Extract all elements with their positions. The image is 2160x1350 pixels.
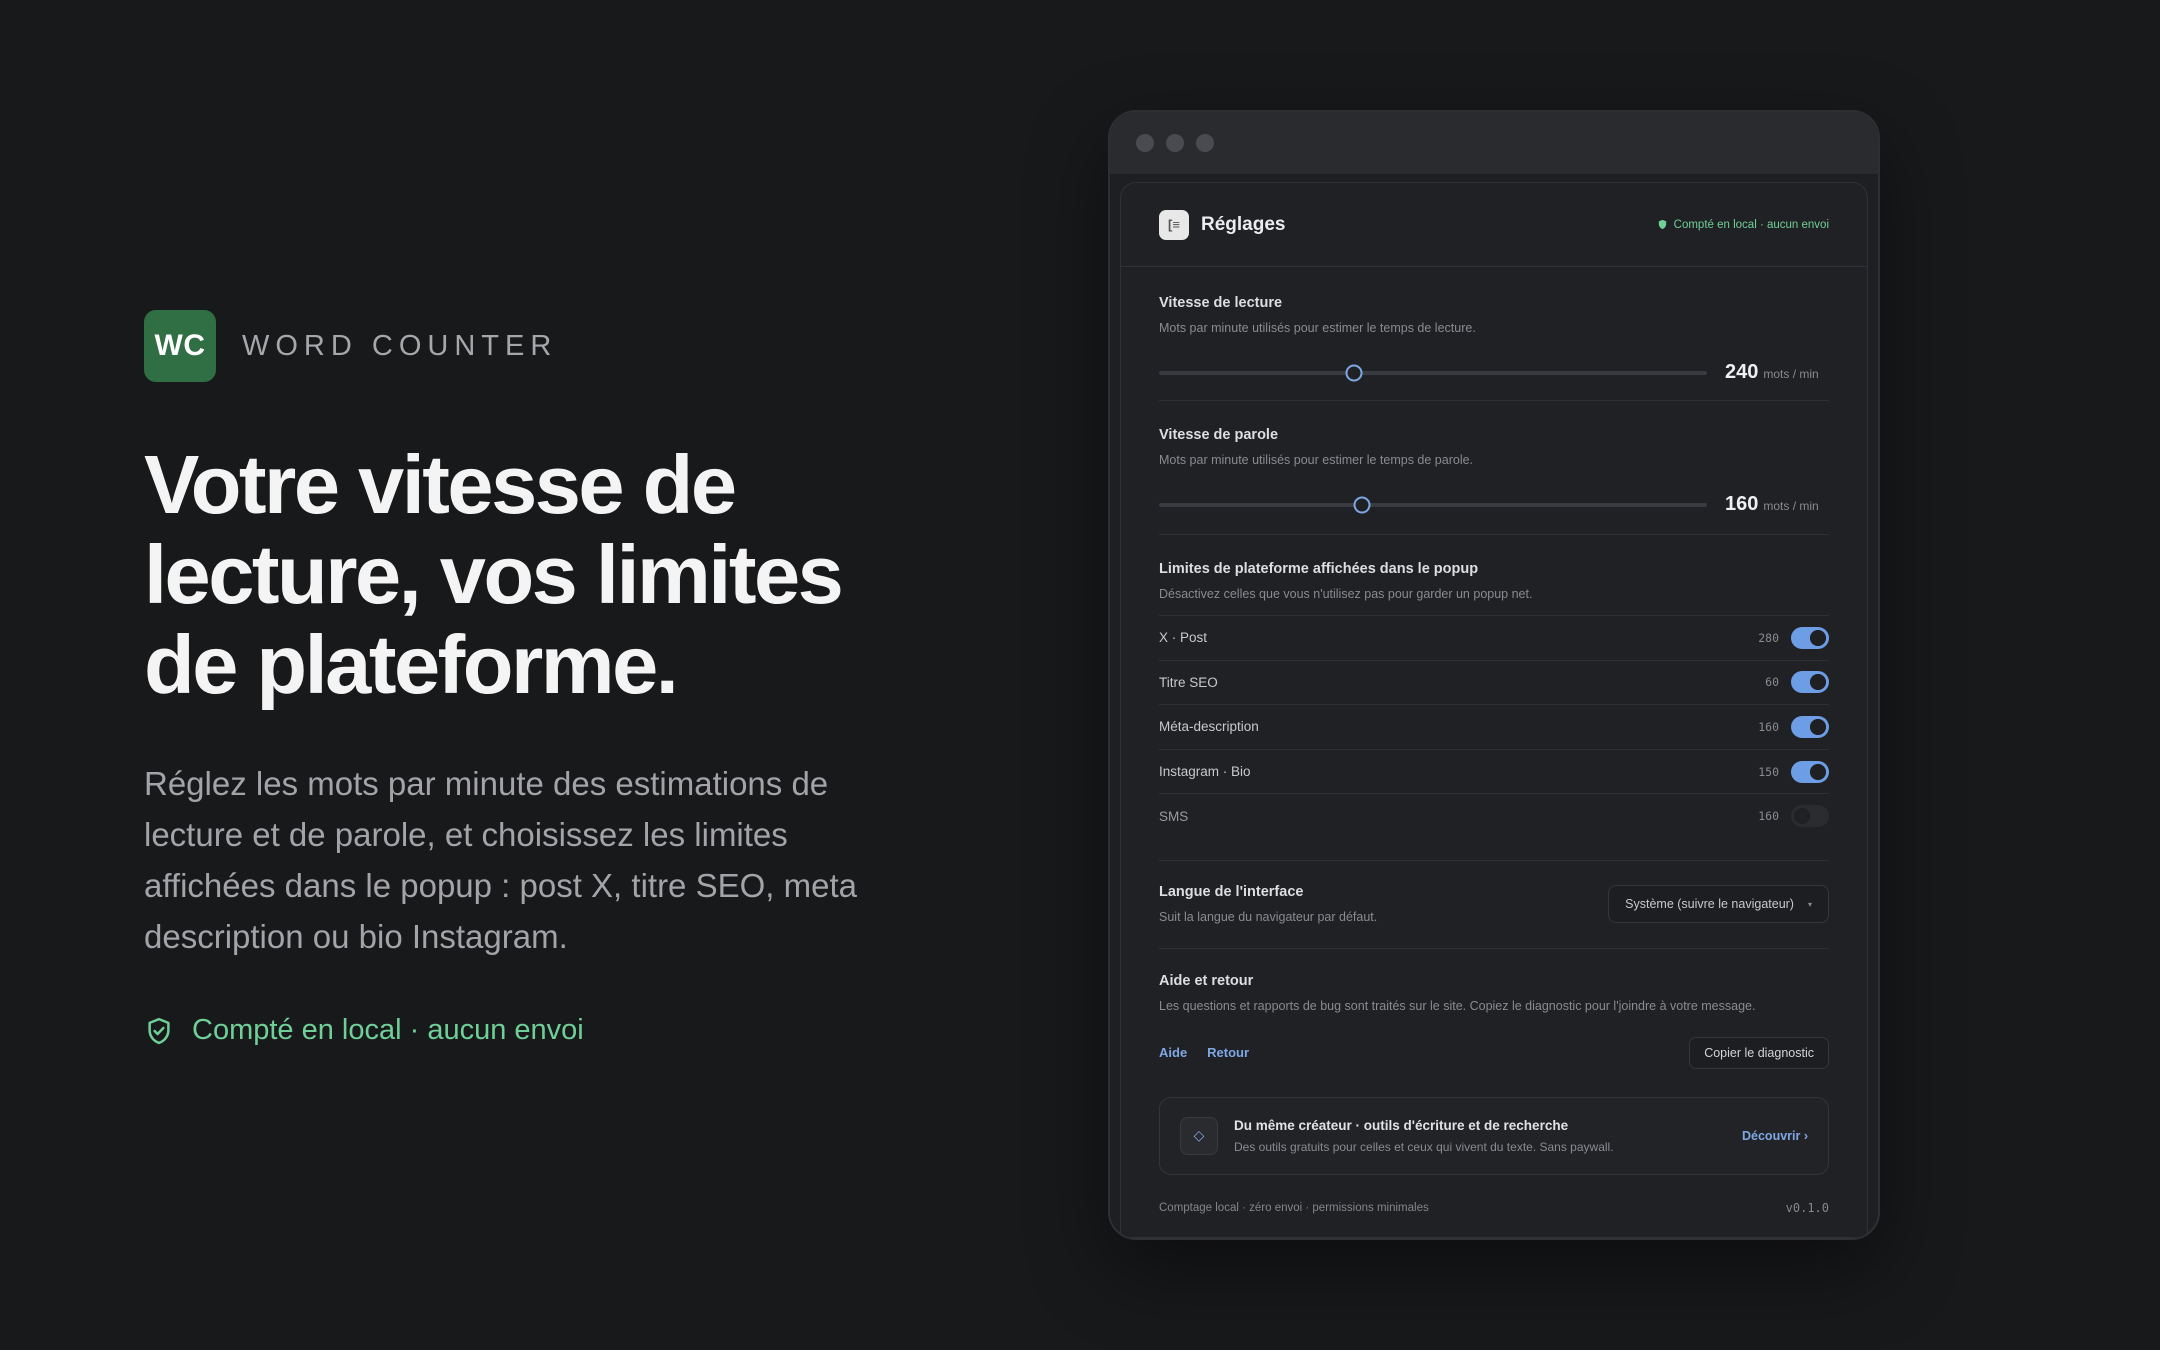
platform-limits-desc: Désactivez celles que vous n'utilisez pa… <box>1159 587 1533 601</box>
shield-icon <box>1658 219 1666 230</box>
reading-speed-value: 240 <box>1725 361 1759 383</box>
promo-title: Du même créateur · outils d'écriture et … <box>1234 1117 1569 1133</box>
platform-toggle-seo-title[interactable] <box>1791 671 1829 694</box>
platform-limits-list: X · Post 280 Titre SEO 60 Méta-descripti… <box>1159 615 1829 838</box>
platform-toggle-meta-description[interactable] <box>1791 715 1829 738</box>
speaking-speed-value: 160 <box>1725 493 1759 515</box>
discover-link[interactable]: Découvrir › <box>1742 1129 1808 1143</box>
brand-name: WORD COUNTER <box>242 329 558 362</box>
hero: WC WORD COUNTER Votre vitesse de lecture… <box>144 310 904 1047</box>
settings-app-icon: [≡ <box>1159 209 1189 240</box>
platform-row-instagram-bio: Instagram · Bio 150 <box>1159 748 1829 794</box>
speaking-speed-section: Vitesse de parole Mots par minute utilis… <box>1159 401 1829 535</box>
help-link[interactable]: Aide <box>1159 1045 1187 1060</box>
platform-label: Méta-description <box>1159 719 1259 735</box>
footer-note: Comptage local · zéro envoi · permission… <box>1159 1201 1429 1214</box>
platform-limit: 280 <box>1758 630 1779 645</box>
settings-footer: Comptage local · zéro envoi · permission… <box>1159 1201 1829 1215</box>
language-select[interactable]: Système (suivre le navigateur) ▾ <box>1608 885 1829 924</box>
platform-limit: 60 <box>1765 675 1779 690</box>
promo-card[interactable]: ◇ Du même créateur · outils d'écriture e… <box>1159 1096 1829 1175</box>
header-badge-text: Compté en local · aucun envoi <box>1673 218 1829 231</box>
platform-limit: 160 <box>1758 719 1779 734</box>
platform-row-meta-description: Méta-description 160 <box>1159 704 1829 749</box>
platform-limits-section: Limites de plateforme affichées dans le … <box>1159 535 1829 861</box>
hero-title-line: de plateforme. <box>144 618 679 711</box>
settings-window: [≡ Réglages Compté en local · aucun envo… <box>1108 110 1880 1240</box>
platform-limit: 150 <box>1758 764 1779 779</box>
platform-toggle-x-post[interactable] <box>1791 626 1829 649</box>
help-title: Aide et retour <box>1159 972 1254 989</box>
language-select-value: Système (suivre le navigateur) <box>1625 897 1794 912</box>
language-desc: Suit la langue du navigateur par défaut. <box>1159 910 1378 925</box>
platform-limits-title: Limites de plateforme affichées dans le … <box>1159 561 1479 577</box>
header-privacy-badge: Compté en local · aucun envoi <box>1657 219 1829 231</box>
platform-limit: 160 <box>1758 809 1779 824</box>
promo-desc: Des outils gratuits pour celles et ceux … <box>1234 1139 1614 1154</box>
reading-speed-slider-thumb[interactable] <box>1345 364 1363 381</box>
speaking-speed-slider-thumb[interactable] <box>1353 496 1371 513</box>
language-title: Langue de l'interface <box>1159 884 1304 901</box>
window-zoom-dot[interactable] <box>1196 134 1214 152</box>
privacy-badge-text: Compté en local · aucun envoi <box>192 1014 584 1046</box>
platform-row-x-post: X · Post 280 <box>1159 615 1829 660</box>
version-label: v0.1.0 <box>1785 1200 1829 1215</box>
platform-label: X · Post <box>1159 630 1208 646</box>
platform-toggle-sms[interactable] <box>1791 805 1829 828</box>
brand-logo: WC <box>144 310 216 382</box>
window-titlebar <box>1110 112 1878 174</box>
hero-title-line: Votre vitesse de <box>144 438 737 531</box>
language-section: Langue de l'interface Suit la langue du … <box>1159 861 1829 949</box>
reading-speed-desc: Mots par minute utilisés pour estimer le… <box>1159 321 1476 335</box>
platform-toggle-instagram-bio[interactable] <box>1791 760 1829 783</box>
speaking-speed-unit: mots / min <box>1763 499 1819 513</box>
speaking-speed-slider[interactable] <box>1159 496 1707 513</box>
platform-row-sms: SMS 160 <box>1159 793 1829 838</box>
settings-title: Réglages <box>1201 213 1286 235</box>
reading-speed-slider[interactable] <box>1159 364 1707 381</box>
reading-speed-title: Vitesse de lecture <box>1159 295 1283 311</box>
platform-row-seo-title: Titre SEO 60 <box>1159 659 1829 705</box>
reading-speed-section: Vitesse de lecture Mots par minute utili… <box>1159 267 1829 401</box>
shield-check-icon <box>148 1017 170 1044</box>
privacy-badge: Compté en local · aucun envoi <box>144 1014 904 1047</box>
hero-title: Votre vitesse de lecture, vos limites de… <box>144 440 904 710</box>
window-minimize-dot[interactable] <box>1166 134 1184 152</box>
reading-speed-unit: mots / min <box>1763 367 1819 381</box>
settings-header: [≡ Réglages Compté en local · aucun envo… <box>1121 183 1867 267</box>
platform-label: Titre SEO <box>1159 674 1218 690</box>
hero-title-line: lecture, vos limites <box>144 528 844 621</box>
chevron-down-icon: ▾ <box>1807 899 1812 909</box>
settings-panel: [≡ Réglages Compté en local · aucun envo… <box>1120 182 1868 1238</box>
help-desc: Les questions et rapports de bug sont tr… <box>1159 998 1756 1013</box>
diamond-icon: ◇ <box>1180 1116 1218 1155</box>
copy-diagnostic-button[interactable]: Copier le diagnostic <box>1689 1036 1829 1069</box>
feedback-link[interactable]: Retour <box>1207 1045 1249 1060</box>
platform-label: SMS <box>1159 808 1189 824</box>
hero-subtitle: Réglez les mots par minute des estimatio… <box>144 765 857 955</box>
speaking-speed-title: Vitesse de parole <box>1159 427 1279 443</box>
window-close-dot[interactable] <box>1136 134 1154 152</box>
platform-label: Instagram · Bio <box>1159 764 1251 780</box>
help-section: Aide et retour Les questions et rapports… <box>1159 949 1829 1069</box>
brand: WC WORD COUNTER <box>144 310 904 382</box>
speaking-speed-desc: Mots par minute utilisés pour estimer le… <box>1159 453 1474 467</box>
